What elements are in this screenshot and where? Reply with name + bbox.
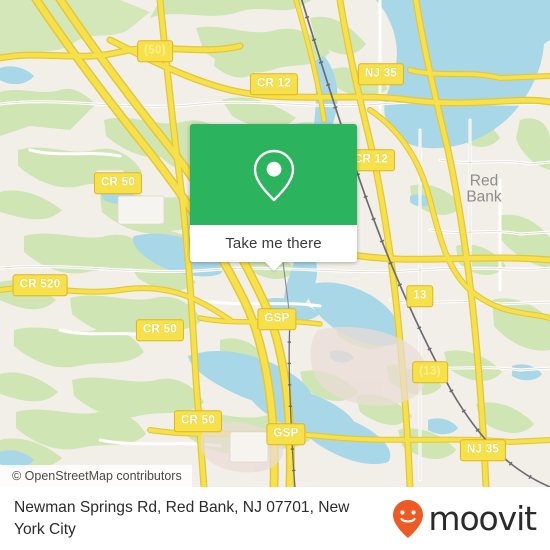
bottom-info-bar: Newman Springs Rd, Red Bank, NJ 07701, N… [0,487,550,550]
osm-attribution[interactable]: © OpenStreetMap contributors [0,465,192,487]
map-pin-icon [253,149,294,201]
road-shield: GSP [257,308,297,330]
road-shield: 13 [406,285,434,307]
road-shield: CR 50 [135,319,185,341]
moovit-pin-icon [393,499,424,538]
popup-pointer-tail [264,262,283,271]
road-shield: CR 50 [173,410,223,432]
road-shield: CR 50 [93,172,143,194]
road-shield: CR 12 [249,73,299,95]
road-shield: (50) [137,40,173,62]
location-popup-card[interactable]: Take me there [190,124,357,271]
moovit-logo: moovit [391,498,537,540]
map-canvas[interactable]: (50) CR 12 NJ 35 CR 50 CR 12 CR 520 13 CR 50 GSP… [0,0,550,487]
road-shield: (13) [412,361,448,383]
road-shield: NJ 35 [459,439,507,461]
road-shield: NJ 35 [357,63,405,85]
take-me-there-label: Take me there [225,235,322,252]
road-shield: CR 520 [12,274,68,296]
road-shield: GSP [266,423,306,445]
place-label: Red Bank [466,172,502,206]
moovit-wordmark: moovit [428,499,537,538]
popup-action-bar[interactable]: Take me there [190,225,357,262]
map-screenshot: (50) CR 12 NJ 35 CR 50 CR 12 CR 520 13 CR 50 GSP… [0,0,550,550]
popup-image-header [190,124,357,225]
address-label: Newman Springs Rd, Red Bank, NJ 07701, N… [14,499,350,538]
